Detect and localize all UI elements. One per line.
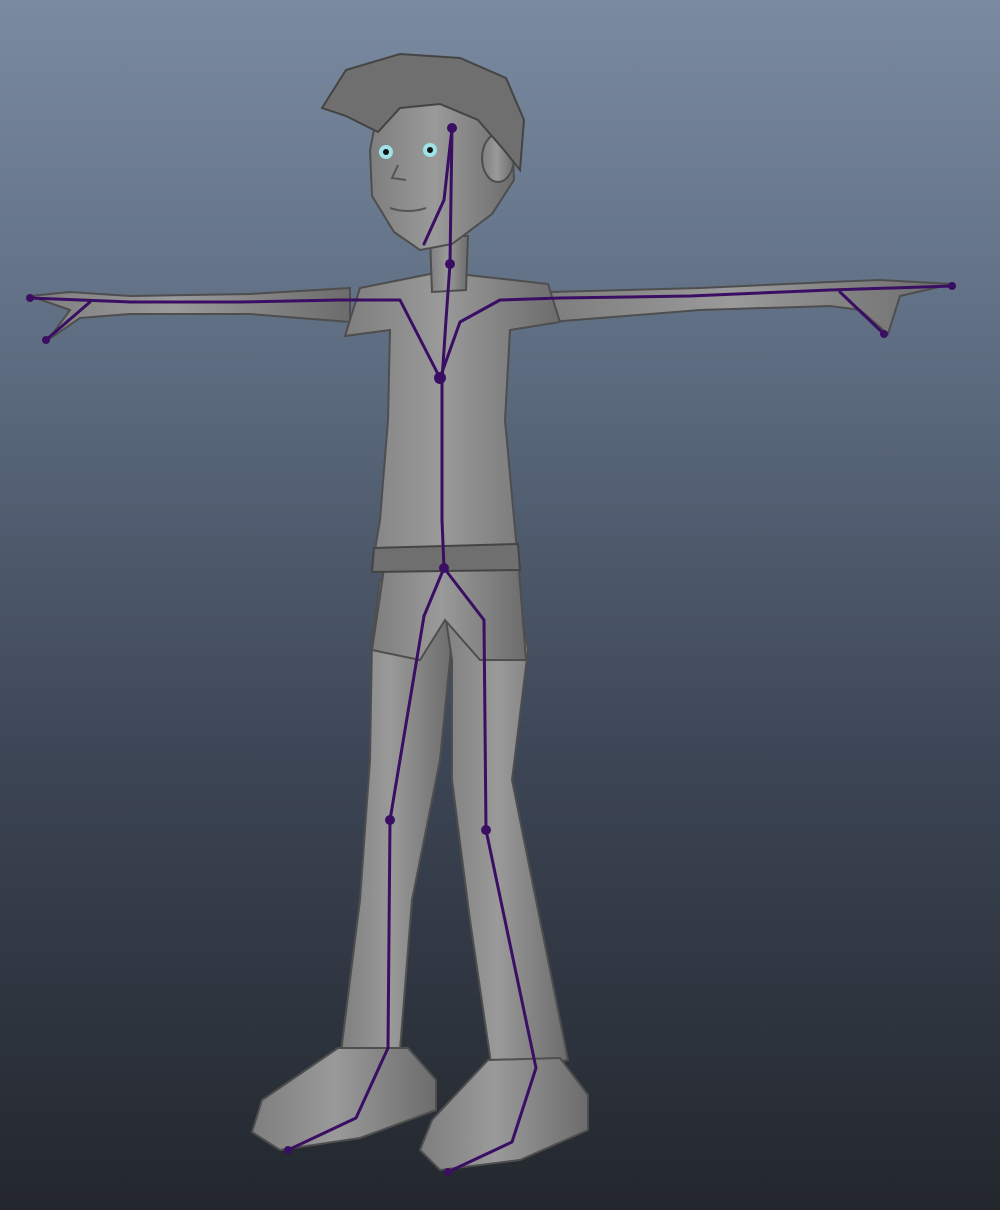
right-shoe-mesh: [418, 1056, 589, 1172]
torso-mesh: [343, 270, 562, 569]
joint-chest[interactable]: [434, 372, 446, 384]
joint-right-hand[interactable]: [948, 282, 956, 290]
joint-head[interactable]: [447, 123, 457, 133]
joint-neck[interactable]: [445, 259, 455, 269]
joint-left-finger[interactable]: [42, 336, 50, 344]
3d-viewport[interactable]: [0, 0, 1000, 1210]
character-mesh[interactable]: [29, 52, 953, 1172]
joint-right-knee[interactable]: [481, 825, 491, 835]
joint-left-hand[interactable]: [26, 294, 34, 302]
joint-left-knee[interactable]: [385, 815, 395, 825]
joint-hip[interactable]: [439, 563, 449, 573]
joint-left-toe[interactable]: [284, 1146, 292, 1154]
character-scene[interactable]: [0, 0, 1000, 1210]
joint-right-toe[interactable]: [444, 1168, 452, 1176]
joint-right-finger[interactable]: [880, 330, 888, 338]
left-shoe-mesh: [250, 1047, 437, 1152]
